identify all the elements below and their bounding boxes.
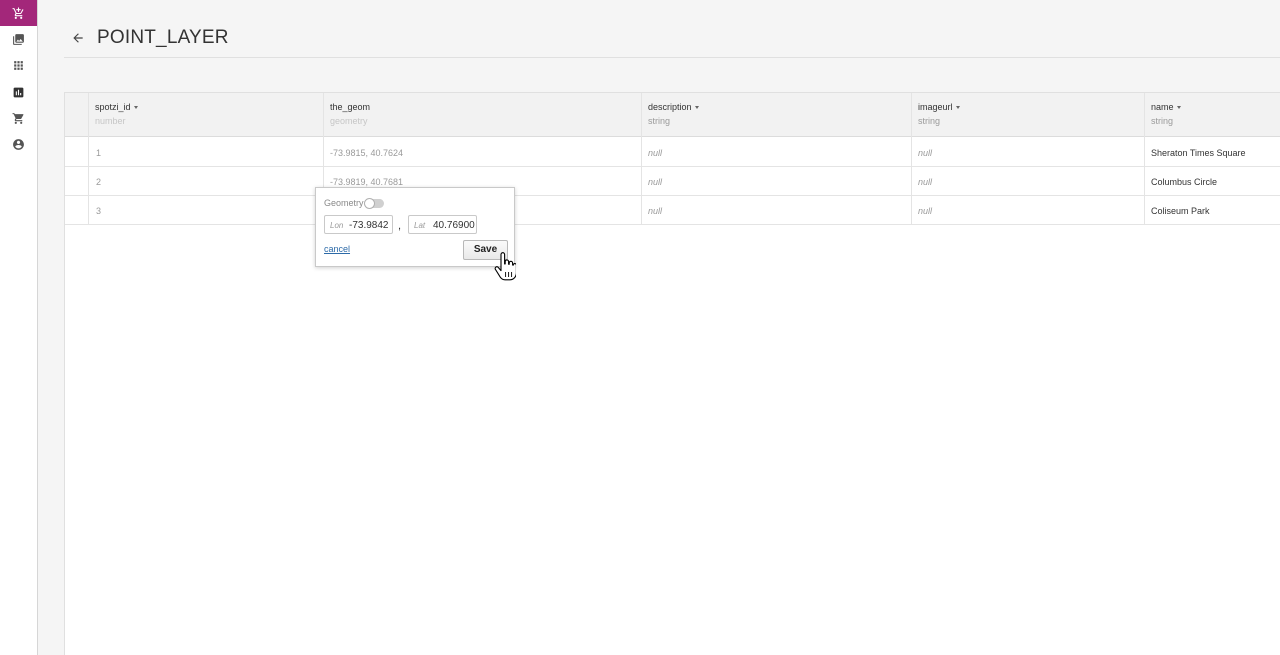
lat-value: 40.76900 [433, 220, 475, 231]
bar-chart-icon [13, 87, 24, 97]
cell-the-geom[interactable]: -73.9819, 40.7681 [330, 177, 403, 187]
cell-imageurl[interactable]: null [918, 148, 932, 158]
table-row[interactable]: 3 null null Coliseum Park [65, 196, 1280, 225]
sidebar-item-cart[interactable] [0, 105, 37, 131]
sidebar-item-account[interactable] [0, 131, 37, 157]
coord-separator: , [398, 220, 402, 232]
sidebar-item-apps[interactable] [0, 52, 37, 78]
sidebar-item-images[interactable] [0, 26, 37, 52]
header-divider [64, 57, 1280, 58]
cell-spotzi-id[interactable]: 2 [96, 177, 101, 187]
cell-description[interactable]: null [648, 206, 662, 216]
lat-field[interactable]: Lat 40.76900 [408, 215, 477, 234]
cell-spotzi-id[interactable]: 3 [96, 206, 101, 216]
page-title: POINT_LAYER [97, 27, 229, 48]
geometry-editor-popup: Geometry Lon -73.9842 , Lat 40.76900 can… [315, 187, 515, 267]
column-header-imageurl[interactable]: imageurl string [918, 102, 960, 126]
column-type: number [95, 116, 126, 126]
lon-field[interactable]: Lon -73.9842 [324, 215, 393, 234]
sort-caret-icon [955, 106, 960, 110]
geometry-label: Geometry [324, 198, 364, 208]
table-row[interactable]: 1 -73.9815, 40.7624 null null Sheraton T… [65, 138, 1280, 167]
cell-imageurl[interactable]: null [918, 177, 932, 187]
column-type: geometry [330, 116, 368, 126]
sort-caret-icon [1176, 106, 1181, 110]
sort-caret-icon [694, 106, 699, 110]
column-type: string [648, 116, 671, 126]
lat-label: Lat [414, 221, 426, 230]
geometry-toggle[interactable] [364, 198, 384, 209]
cell-name[interactable]: Sheraton Times Square [1151, 148, 1246, 158]
arrow-left-icon[interactable] [71, 31, 85, 45]
cell-imageurl[interactable]: null [918, 206, 932, 216]
table-row[interactable]: 2 -73.9819, 40.7681 null null Columbus C… [65, 167, 1280, 196]
column-name: the_geom [330, 102, 371, 112]
cell-spotzi-id[interactable]: 1 [96, 148, 101, 158]
main-content: POINT_LAYER spotzi_id number the_geom ge… [38, 0, 1280, 655]
cell-name[interactable]: Coliseum Park [1151, 206, 1210, 216]
column-name: name [1151, 102, 1174, 112]
lon-value: -73.9842 [349, 220, 389, 231]
cell-description[interactable]: null [648, 148, 662, 158]
sort-caret-icon [133, 106, 138, 110]
column-header-the-geom[interactable]: the_geom geometry [330, 102, 370, 126]
column-name: spotzi_id [95, 102, 131, 112]
lon-label: Lon [330, 221, 344, 230]
images-icon [13, 33, 24, 45]
apps-grid-icon [14, 60, 23, 70]
column-header-spotzi-id[interactable]: spotzi_id number [95, 102, 138, 126]
column-header-name[interactable]: name string [1151, 102, 1181, 126]
sidebar [0, 0, 38, 655]
column-name: imageurl [918, 102, 953, 112]
hand-pointer-cursor-icon [494, 252, 516, 281]
account-icon [13, 138, 24, 150]
cell-description[interactable]: null [648, 177, 662, 187]
cancel-link[interactable]: cancel [324, 244, 350, 254]
column-type: string [918, 116, 941, 126]
cell-the-geom[interactable]: -73.9815, 40.7624 [330, 148, 403, 158]
sidebar-item-cart-add[interactable] [0, 0, 37, 26]
cart-icon [12, 112, 24, 124]
page-header: POINT_LAYER [38, 0, 1280, 58]
column-header-description[interactable]: description string [648, 102, 699, 126]
column-name: description [648, 102, 692, 112]
data-table: spotzi_id number the_geom geometry descr… [64, 92, 1280, 655]
sidebar-item-analytics[interactable] [0, 79, 37, 105]
toggle-knob [364, 198, 375, 209]
cart-add-icon [12, 7, 24, 19]
cell-name[interactable]: Columbus Circle [1151, 177, 1217, 187]
column-type: string [1151, 116, 1174, 126]
